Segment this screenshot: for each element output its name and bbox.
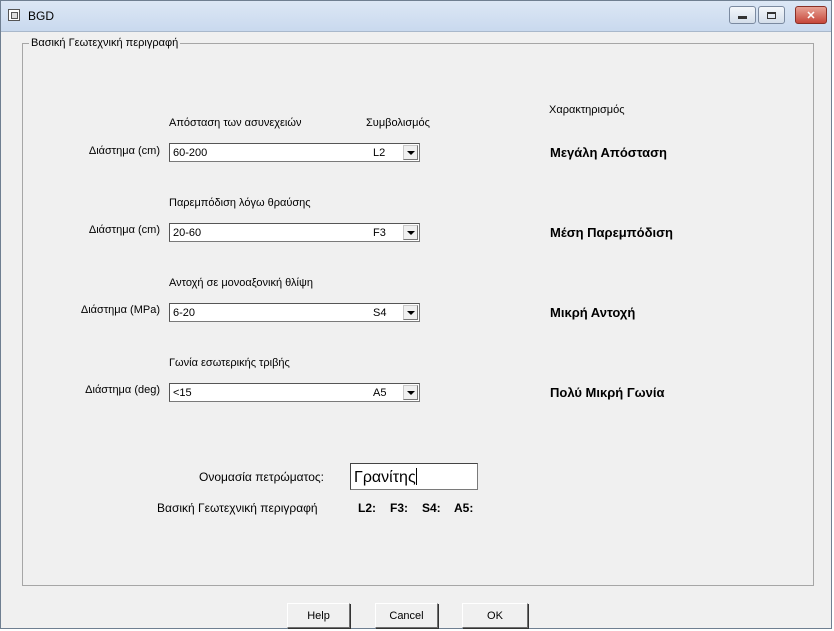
close-button[interactable]: ✕: [795, 6, 827, 24]
dropdown-arrow-icon[interactable]: [403, 225, 418, 240]
summary-label: Βασική Γεωτεχνική περιγραφή: [157, 501, 318, 515]
combo-symbol: F3: [373, 227, 386, 239]
rock-name-value: Γρανίτης: [354, 469, 416, 486]
summary-code: A5:: [454, 501, 474, 515]
combo-value: 20-60: [173, 227, 202, 239]
group-legend: Βασική Γεωτεχνική περιγραφή: [29, 37, 181, 49]
help-button[interactable]: Help: [287, 603, 350, 628]
row-characterization: Μικρή Αντοχή: [550, 305, 636, 320]
combo-symbol: L2: [373, 147, 386, 159]
summary-code: F3:: [390, 501, 408, 515]
row-label: Διάστημα (cm): [88, 145, 160, 157]
row-heading: Γωνία εσωτερικής τριβής: [169, 357, 290, 369]
dropdown-arrow-icon[interactable]: [403, 385, 418, 400]
close-icon: ✕: [806, 9, 816, 22]
dropdown-arrow-icon[interactable]: [403, 305, 418, 320]
minimize-button[interactable]: [729, 6, 756, 24]
uniaxial-strength-combo[interactable]: 6-20 S4: [169, 303, 420, 322]
characterization-header: Χαρακτηρισμός: [549, 104, 625, 116]
row-label: Διάστημα (MPa): [80, 304, 160, 316]
row-label: Διάστημα (cm): [88, 224, 160, 236]
minimize-icon: [738, 16, 747, 19]
row-heading: Απόσταση των ασυνεχειών: [169, 117, 302, 129]
rock-name-input[interactable]: Γρανίτης: [350, 463, 478, 490]
row-label: Διάστημα (deg): [85, 384, 160, 396]
combo-value: 6-20: [173, 307, 196, 319]
combo-value: <15: [173, 387, 192, 399]
summary-code: S4:: [422, 501, 441, 515]
fracture-obstruction-combo[interactable]: 20-60 F3: [169, 223, 420, 242]
ok-button[interactable]: OK: [462, 603, 528, 628]
app-icon: [8, 9, 20, 21]
maximize-button[interactable]: [758, 6, 785, 24]
summary-code: L2:: [358, 501, 376, 515]
text-caret: [415, 468, 417, 485]
combo-symbol: A5: [373, 387, 387, 399]
row-heading: Παρεμπόδιση λόγω θραύσης: [169, 197, 311, 209]
rock-name-label: Ονομασία πετρώματος:: [199, 470, 324, 484]
combo-value: 60-200: [173, 147, 208, 159]
dialog-window: BGD ✕ Βασική Γεωτεχνική περιγραφή Χαρακτ…: [0, 0, 832, 629]
friction-angle-combo[interactable]: <15 A5: [169, 383, 420, 402]
window-title: BGD: [28, 9, 55, 23]
row-characterization: Μέση Παρεμπόδιση: [550, 225, 673, 240]
row-characterization: Πολύ Μικρή Γωνία: [550, 385, 665, 400]
symbolism-header: Συμβολισμός: [366, 117, 430, 129]
title-bar[interactable]: BGD ✕: [1, 1, 831, 32]
row-heading: Αντοχή σε μονοαξονική θλίψη: [169, 277, 313, 289]
cancel-button[interactable]: Cancel: [375, 603, 438, 628]
maximize-icon: [767, 11, 776, 19]
combo-symbol: S4: [373, 307, 387, 319]
discontinuity-spacing-combo[interactable]: 60-200 L2: [169, 143, 420, 162]
dropdown-arrow-icon[interactable]: [403, 145, 418, 160]
row-characterization: Μεγάλη Απόσταση: [550, 145, 667, 160]
